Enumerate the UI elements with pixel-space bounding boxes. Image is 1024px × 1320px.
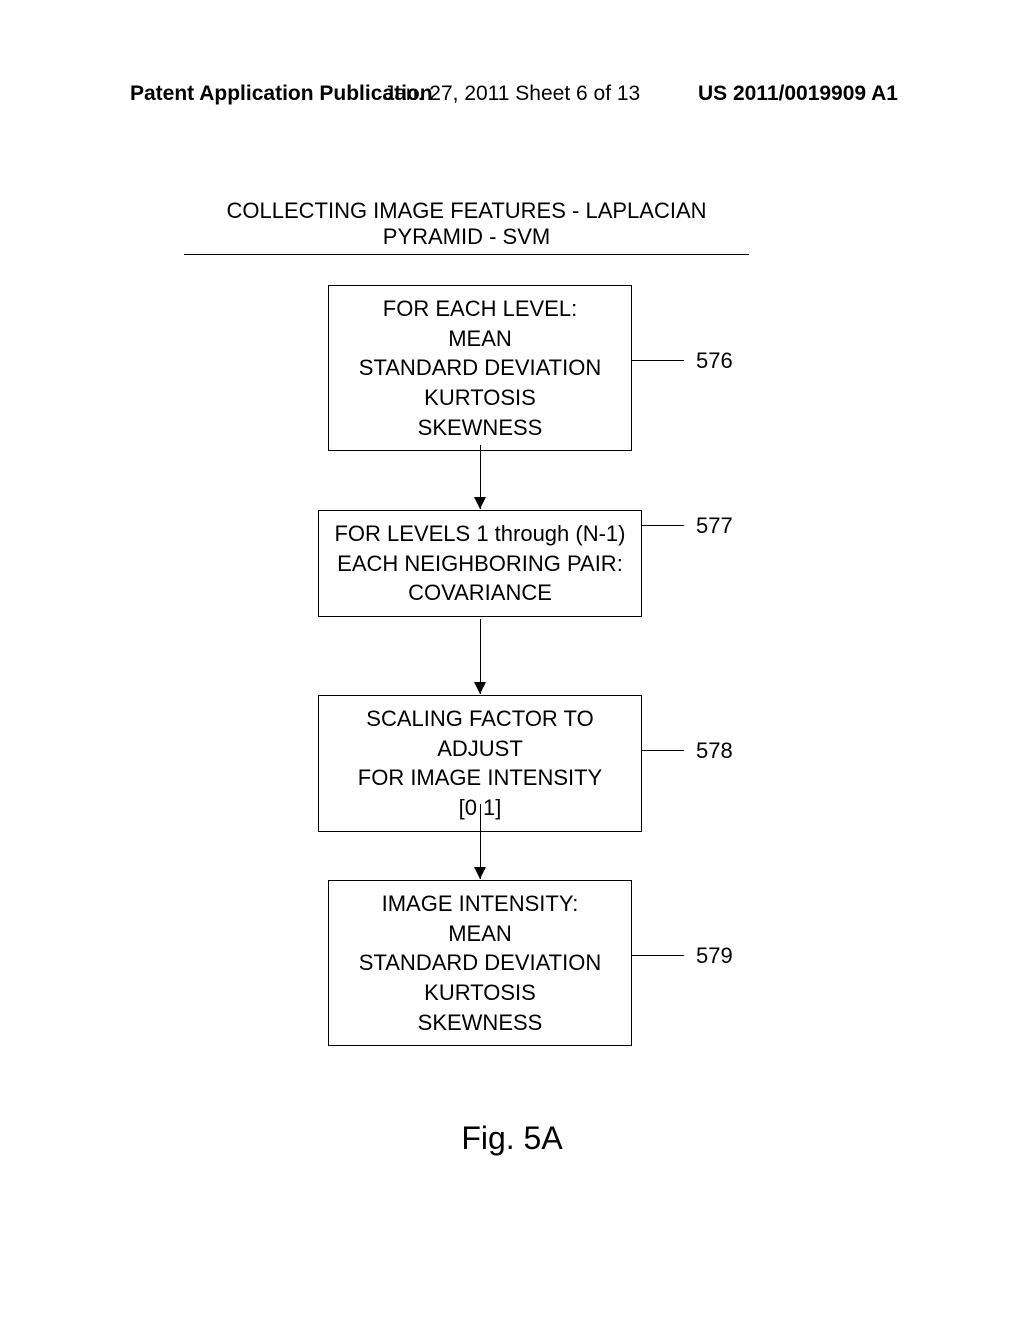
box-line: KURTOSIS <box>343 978 617 1008</box>
box-line: EACH NEIGHBORING PAIR: <box>333 549 627 579</box>
header-pub-number: US 2011/0019909 A1 <box>698 82 898 106</box>
flow-arrow-icon <box>480 445 481 509</box>
box-line: FOR EACH LEVEL: <box>343 294 617 324</box>
reference-number-576: 576 <box>696 348 733 374</box>
box-line: COVARIANCE <box>333 578 627 608</box>
page-header: Patent Application Publication Jan. 27, … <box>0 82 1024 106</box>
reference-number-579: 579 <box>696 943 733 969</box>
box-line: STANDARD DEVIATION <box>343 948 617 978</box>
diagram-title: COLLECTING IMAGE FEATURES - LAPLACIAN PY… <box>184 198 749 255</box>
reference-line-icon <box>642 525 684 526</box>
box-line: SKEWNESS <box>343 413 617 443</box>
box-line: SKEWNESS <box>343 1008 617 1038</box>
box-line: FOR IMAGE INTENSITY <box>333 763 627 793</box>
box-line: STANDARD DEVIATION <box>343 353 617 383</box>
reference-line-icon <box>632 955 684 956</box>
reference-number-578: 578 <box>696 738 733 764</box>
reference-line-icon <box>642 750 684 751</box>
flowchart-box-576: FOR EACH LEVEL: MEAN STANDARD DEVIATION … <box>328 285 632 451</box>
box-line: SCALING FACTOR TO ADJUST <box>333 704 627 763</box>
box-line: IMAGE INTENSITY: <box>343 889 617 919</box>
header-date-sheet: Jan. 27, 2011 Sheet 6 of 13 <box>384 82 640 106</box>
flow-arrow-icon <box>480 619 481 694</box>
box-line: MEAN <box>343 324 617 354</box>
flowchart-box-577: FOR LEVELS 1 through (N-1) EACH NEIGHBOR… <box>318 510 642 617</box>
box-line: KURTOSIS <box>343 383 617 413</box>
box-line: MEAN <box>343 919 617 949</box>
flow-arrow-icon <box>480 804 481 879</box>
figure-label: Fig. 5A <box>0 1120 1024 1157</box>
reference-line-icon <box>632 360 684 361</box>
flowchart-box-579: IMAGE INTENSITY: MEAN STANDARD DEVIATION… <box>328 880 632 1046</box>
box-line: FOR LEVELS 1 through (N-1) <box>333 519 627 549</box>
reference-number-577: 577 <box>696 513 733 539</box>
